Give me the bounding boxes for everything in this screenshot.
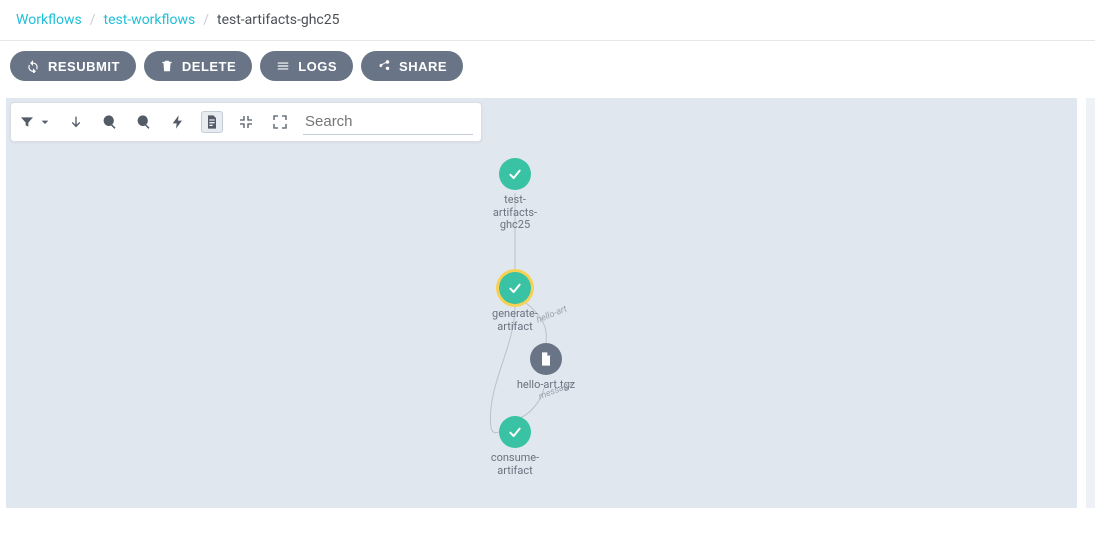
breadcrumb-root[interactable]: Workflows [16, 12, 82, 28]
node-root-label: test-artifacts- ghc25 [484, 194, 546, 232]
refresh-icon [26, 59, 40, 73]
status-success-icon [499, 416, 531, 448]
graph-nodes: test-artifacts- ghc25 generate- artifact… [6, 98, 1077, 508]
share-button[interactable]: SHARE [361, 51, 463, 81]
node-root[interactable]: test-artifacts- ghc25 [484, 158, 546, 232]
node-consume-label: consume- artifact [486, 452, 544, 477]
file-icon [530, 343, 562, 375]
status-success-icon [499, 272, 531, 304]
canvas-container: test-artifacts- ghc25 generate- artifact… [0, 98, 1095, 508]
resubmit-label: RESUBMIT [48, 60, 120, 73]
share-label: SHARE [399, 60, 447, 73]
breadcrumb-sep: / [90, 12, 96, 28]
action-bar: RESUBMIT DELETE LOGS SHARE [0, 41, 1095, 91]
graph-canvas[interactable]: test-artifacts- ghc25 generate- artifact… [6, 98, 1077, 508]
delete-label: DELETE [182, 60, 236, 73]
node-generate-artifact[interactable]: generate- artifact [486, 272, 544, 333]
breadcrumb-current: test-artifacts-ghc25 [217, 12, 340, 28]
side-panel-gutter[interactable] [1085, 98, 1095, 508]
node-consume-artifact[interactable]: consume- artifact [486, 416, 544, 477]
breadcrumb: Workflows / test-workflows / test-artifa… [0, 0, 1095, 41]
share-icon [377, 59, 391, 73]
trash-icon [160, 59, 174, 73]
logs-button[interactable]: LOGS [260, 51, 353, 81]
resubmit-button[interactable]: RESUBMIT [10, 51, 136, 81]
breadcrumb-namespace[interactable]: test-workflows [104, 12, 196, 28]
menu-icon [276, 59, 290, 73]
node-generate-label: generate- artifact [486, 308, 544, 333]
logs-label: LOGS [298, 60, 337, 73]
delete-button[interactable]: DELETE [144, 51, 252, 81]
status-success-icon [499, 158, 531, 190]
breadcrumb-sep: / [203, 12, 209, 28]
